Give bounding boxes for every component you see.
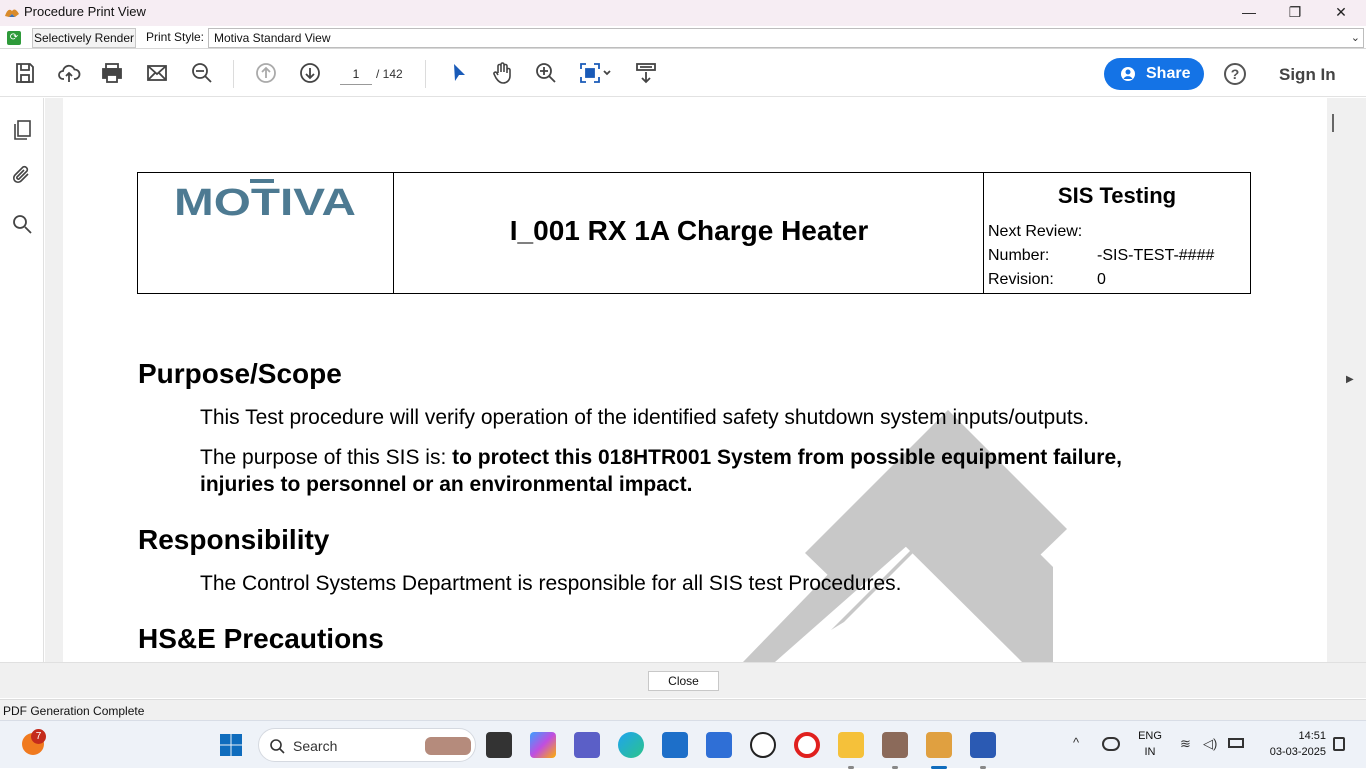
copilot-icon[interactable] xyxy=(530,732,556,758)
search-highlight-image xyxy=(425,737,471,755)
windows-taskbar: 7 Search ^ ENG IN ≋ ◁) 14:51 03-03-2025 xyxy=(0,720,1366,769)
taskbar-search[interactable]: Search xyxy=(258,728,476,762)
notification-badge: 7 xyxy=(31,729,46,744)
cloud-sync-icon[interactable] xyxy=(1102,737,1120,751)
pages-icon[interactable] xyxy=(10,118,34,142)
minimize-button[interactable]: — xyxy=(1226,0,1272,26)
selectively-render-button[interactable]: Selectively Render xyxy=(32,28,136,48)
battery-icon[interactable] xyxy=(1228,738,1244,748)
attachment-icon[interactable] xyxy=(10,164,34,188)
collapse-right-icon[interactable]: ▶ xyxy=(1346,374,1354,385)
share-user-icon xyxy=(1121,67,1135,81)
meta-cell: SIS Testing Next Review: Number: -SIS-TE… xyxy=(984,173,1250,293)
purpose-paragraph-2: The purpose of this SIS is: to protect t… xyxy=(200,444,1122,498)
status-text: PDF Generation Complete xyxy=(3,704,145,718)
revision-label: Revision: xyxy=(988,271,1054,288)
email-icon[interactable] xyxy=(145,61,169,85)
edge-icon[interactable] xyxy=(618,732,644,758)
next-review-label: Next Review: xyxy=(988,223,1083,240)
vertical-scrollbar[interactable] xyxy=(1332,114,1334,132)
archive-app-icon[interactable] xyxy=(882,732,908,758)
zoom-in-icon[interactable] xyxy=(534,61,558,85)
purpose-statement-line1: to protect this 018HTR001 System from po… xyxy=(452,446,1122,469)
purpose-lead: The purpose of this SIS is: xyxy=(200,446,447,469)
chevron-down-icon: ⌄ xyxy=(1350,32,1360,44)
responsibility-heading: Responsibility xyxy=(138,524,330,555)
wifi-icon[interactable]: ≋ xyxy=(1180,736,1191,752)
purpose-paragraph-1: This Test procedure will verify operatio… xyxy=(200,406,1090,429)
dialog-footer: Close xyxy=(0,662,1366,698)
refresh-icon[interactable]: ⟳ xyxy=(7,31,21,45)
search-icon xyxy=(270,739,285,754)
language-top[interactable]: ENG xyxy=(1136,730,1164,742)
start-icon[interactable] xyxy=(219,733,243,757)
purpose-statement-line2: injuries to personnel or an environmenta… xyxy=(200,473,693,496)
pdf-page: MOTIVA I_001 RX 1A Charge Heater SIS Tes… xyxy=(63,98,1327,662)
status-bar: PDF Generation Complete xyxy=(0,699,1366,720)
page-number-input[interactable]: 1 xyxy=(340,63,372,85)
motiva-logo: MOTIVA xyxy=(174,179,356,219)
dell-icon[interactable] xyxy=(750,732,776,758)
side-rail xyxy=(0,98,44,662)
teams-icon[interactable] xyxy=(574,732,600,758)
print-style-value: Motiva Standard View xyxy=(214,31,331,45)
volume-icon[interactable]: ◁) xyxy=(1203,736,1217,752)
logo-cell: MOTIVA xyxy=(138,173,394,293)
close-window-button[interactable]: ✕ xyxy=(1318,0,1364,26)
print-icon[interactable] xyxy=(100,61,124,85)
power-automate-icon[interactable] xyxy=(706,732,732,758)
search-icon[interactable] xyxy=(10,212,34,236)
document-title: I_001 RX 1A Charge Heater xyxy=(509,215,869,246)
previous-page-icon[interactable] xyxy=(254,61,278,85)
pdf-toolbar: 1 / 142 Share ? Sign In xyxy=(0,50,1366,97)
notifications-icon[interactable] xyxy=(1333,737,1345,751)
hand-tool-icon[interactable] xyxy=(490,61,514,85)
responsibility-paragraph: The Control Systems Department is respon… xyxy=(200,572,902,595)
app-icon xyxy=(5,9,19,17)
purpose-heading: Purpose/Scope xyxy=(138,358,342,389)
help-icon[interactable]: ? xyxy=(1224,63,1246,85)
search-label: Search xyxy=(293,738,338,754)
scroll-mode-icon[interactable] xyxy=(634,61,658,85)
next-page-icon[interactable] xyxy=(298,61,322,85)
header-table: MOTIVA I_001 RX 1A Charge Heater SIS Tes… xyxy=(137,172,1251,294)
share-label: Share xyxy=(1146,65,1191,82)
opera-icon[interactable] xyxy=(794,732,820,758)
print-style-select[interactable]: Motiva Standard View ⌄ xyxy=(208,28,1364,48)
title-bar: Procedure Print View — ❐ ✕ xyxy=(0,0,1366,26)
print-style-label: Print Style: xyxy=(146,30,205,44)
clock-time[interactable]: 14:51 xyxy=(1256,730,1326,742)
close-button[interactable]: Close xyxy=(648,671,719,691)
show-hidden-icons-icon[interactable]: ^ xyxy=(1073,735,1079,750)
page-fit-icon[interactable] xyxy=(578,61,614,85)
document-type: SIS Testing xyxy=(1057,183,1177,208)
language-bottom[interactable]: IN xyxy=(1136,746,1164,758)
title-cell: I_001 RX 1A Charge Heater xyxy=(394,173,984,293)
revision-value: 0 xyxy=(1097,271,1106,288)
maximize-button[interactable]: ❐ xyxy=(1272,0,1318,26)
logo-text: MOTIVA xyxy=(174,182,356,219)
file-explorer-icon[interactable] xyxy=(838,732,864,758)
hse-heading: HS&E Precautions xyxy=(138,623,384,654)
toolbar-divider xyxy=(425,60,426,88)
select-cursor-icon[interactable] xyxy=(447,61,471,85)
clock-date[interactable]: 03-03-2025 xyxy=(1256,746,1326,758)
procedure-app-icon[interactable] xyxy=(926,732,952,758)
task-view-icon[interactable] xyxy=(486,732,512,758)
store-icon[interactable] xyxy=(662,732,688,758)
window-title: Procedure Print View xyxy=(24,4,146,19)
selective-render-bar: ⟳ Selectively Render Print Style: Motiva… xyxy=(0,27,1366,49)
share-button[interactable]: Share xyxy=(1104,58,1204,90)
sign-in-button[interactable]: Sign In xyxy=(1279,65,1336,85)
page-total: / 142 xyxy=(376,67,403,81)
number-value: -SIS-TEST-#### xyxy=(1097,247,1215,264)
toolbar-divider xyxy=(233,60,234,88)
number-label: Number: xyxy=(988,247,1050,264)
zoom-out-icon[interactable] xyxy=(190,61,214,85)
word-icon[interactable] xyxy=(970,732,996,758)
document-viewport: MOTIVA I_001 RX 1A Charge Heater SIS Tes… xyxy=(45,98,1366,662)
save-icon[interactable] xyxy=(13,61,37,85)
upload-cloud-icon[interactable] xyxy=(57,61,81,85)
